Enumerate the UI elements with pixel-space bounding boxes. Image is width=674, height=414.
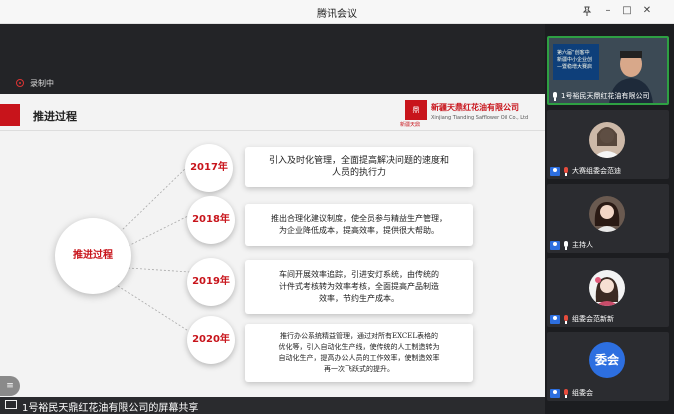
screen-share-bar: 1号裕民天鼎红花油有限公司的屏幕共享 [0, 397, 545, 414]
item-2019-line-3: 效率，节约生产成本。 [319, 294, 399, 303]
participant-name-text: 组委会 [572, 389, 593, 397]
avatar-image [594, 202, 620, 232]
title-bar: 腾讯会议 – □ ✕ [0, 0, 674, 24]
user-badge-icon [550, 240, 560, 250]
banner-line-2: 新疆中小企业创 [557, 57, 593, 63]
participant-tile-4[interactable]: 组委会范新新 [547, 258, 669, 327]
minimize-icon[interactable]: – [601, 5, 615, 17]
item-2017-text: 引入及时化管理，全面提高解决问题的速度和 人员的执行力 [245, 147, 473, 187]
participant-tile-presenter[interactable]: 第六届“创客中 新疆中小企业创 —暨稳增大赛启 1号裕民天鼎红花油有限公司 [547, 36, 669, 105]
window-title: 腾讯会议 [317, 9, 357, 20]
item-2017-line-2: 人员的执行力 [331, 168, 386, 178]
year-2019: 2019年 [187, 258, 235, 306]
year-2017: 2017年 [185, 144, 233, 192]
participant-tile-3[interactable]: 主持人 [547, 184, 669, 253]
user-badge-icon [550, 166, 560, 176]
participant-tile-5[interactable]: 委会 组委会 [547, 332, 669, 401]
mic-muted-icon [563, 166, 569, 176]
user-badge-icon [550, 388, 560, 398]
avatar [589, 270, 625, 306]
banner-line-1: 第六届“创客中 [557, 50, 590, 56]
shared-screen: 录制中 推进过程 鼎 新疆天鼎 新疆天鼎红花油有限公司 Xinjiang Tia… [0, 24, 545, 414]
participant-name-text: 大赛组委会范迪 [572, 167, 621, 175]
meeting-window: 腾讯会议 – □ ✕ 录制中 推进过程 鼎 新疆天鼎 新疆天鼎红花油有限公司 X… [0, 0, 674, 414]
participant-name-text: 主持人 [572, 241, 593, 249]
item-2019-line-1: 车间开展效率追踪，引进安灯系统，由传统的 [279, 270, 439, 279]
participant-name: 组委会 [550, 388, 593, 398]
year-2018: 2018年 [187, 196, 235, 244]
avatar-letter: 委会 [589, 342, 625, 378]
pin-icon[interactable] [582, 6, 592, 17]
event-banner-text: 第六届“创客中 新疆中小企业创 —暨稳增大赛启 [557, 50, 597, 71]
recording-indicator: 录制中 [16, 78, 54, 89]
participant-name: 主持人 [550, 240, 593, 250]
mic-icon [563, 240, 569, 250]
mic-muted-icon [563, 388, 569, 398]
mic-icon [552, 91, 558, 101]
year-2020: 2020年 [187, 316, 235, 364]
close-icon[interactable]: ✕ [640, 5, 654, 17]
participant-name: 组委会范新新 [550, 314, 614, 324]
item-2018-line-2: 为企业降低成本，提高效率，提供很大帮助。 [279, 226, 439, 235]
screen-share-label: 1号裕民天鼎红花油有限公司的屏幕共享 [22, 403, 199, 414]
avatar [589, 196, 625, 232]
recording-label: 录制中 [30, 79, 54, 88]
participant-name-text: 组委会范新新 [572, 315, 614, 323]
item-2019-line-2: 计件式考核转为效率考核，全面提高产品制造 [279, 282, 439, 291]
presentation-slide: 推进过程 鼎 新疆天鼎 新疆天鼎红花油有限公司 Xinjiang Tiandin… [0, 94, 545, 412]
item-2020-line-4: 再一次飞跃式的提升。 [324, 365, 394, 373]
avatar [589, 122, 625, 158]
item-2018-text: 推出合理化建议制度，使全员参与精益生产管理， 为企业降低成本，提高效率，提供很大… [245, 204, 473, 246]
participant-name-text: 1号裕民天鼎红花油有限公司 [561, 92, 650, 100]
hub-circle: 推进过程 [55, 218, 131, 294]
maximize-icon[interactable]: □ [620, 5, 634, 17]
record-icon [16, 79, 24, 87]
item-2017-line-1: 引入及时化管理，全面提高解决问题的速度和 [268, 156, 449, 166]
participants-panel: 第六届“创客中 新疆中小企业创 —暨稳增大赛启 1号裕民天鼎红花油有限公司 大赛… [545, 24, 674, 414]
participant-name: 大赛组委会范迪 [550, 166, 621, 176]
item-2020-text: 推行办公系统精益管理，通过对所有EXCEL表格的 优化等，引入自动化生产线，使传… [245, 324, 473, 382]
item-2020-line-3: 自动化生产，提高办公人员的工作效率，使制造效率 [278, 354, 440, 362]
user-badge-icon [550, 314, 560, 324]
item-2019-text: 车间开展效率追踪，引进安灯系统，由传统的 计件式考核转为效率考核，全面提高产品制… [245, 260, 473, 314]
screen-share-icon [5, 400, 17, 409]
mic-muted-icon [563, 314, 569, 324]
item-2020-line-1: 推行办公系统精益管理，通过对所有EXCEL表格的 [279, 332, 439, 340]
avatar-image [595, 277, 619, 306]
banner-line-3: —暨稳增大赛启 [557, 64, 593, 70]
participant-tile-2[interactable]: 大赛组委会范迪 [547, 110, 669, 179]
item-2018-line-1: 推出合理化建议制度，使全员参与精益生产管理， [271, 214, 447, 223]
menu-icon[interactable]: ≡ [0, 376, 20, 396]
item-2020-line-2: 优化等，引入自动化生产线，使传统的人工制造转为 [278, 343, 440, 351]
participant-name: 1号裕民天鼎红花油有限公司 [552, 91, 649, 101]
avatar-image [593, 127, 621, 158]
